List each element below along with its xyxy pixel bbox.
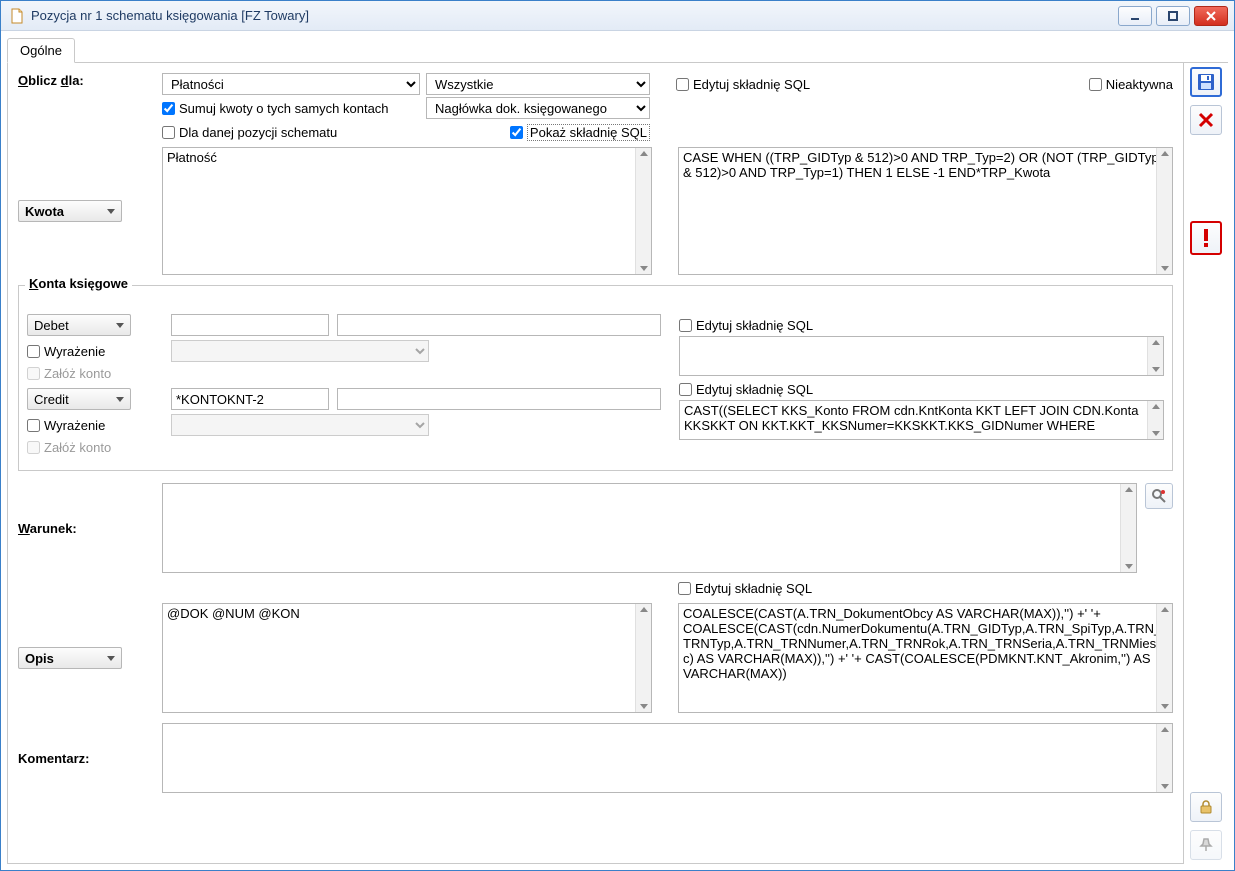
pin-button[interactable]	[1190, 830, 1222, 860]
ta-opis-left[interactable]: @DOK @NUM @KON	[162, 603, 652, 713]
tabstrip: Ogólne	[7, 37, 1228, 63]
label-edytuj-sql-credit: Edytuj składnię SQL	[696, 382, 813, 397]
chevron-down-icon	[107, 209, 115, 214]
label-zaloz-debet: Załóż konto	[44, 366, 111, 381]
chk-wyrazenie-debet[interactable]	[27, 345, 40, 358]
label-pokaz-sql: Pokaż składnię SQL	[527, 124, 650, 141]
tab-general[interactable]: Ogólne	[7, 38, 75, 63]
ta-warunek[interactable]	[162, 483, 1137, 573]
chk-edytuj-sql-opis[interactable]	[678, 582, 691, 595]
ta-debet-sql[interactable]	[679, 336, 1164, 376]
input-debet-a[interactable]	[171, 314, 329, 336]
close-button[interactable]	[1194, 6, 1228, 26]
label-sumuj: Sumuj kwoty o tych samych kontach	[179, 101, 389, 116]
chk-edytuj-sql-kwota[interactable]	[676, 78, 689, 91]
scrollbar[interactable]	[635, 148, 651, 274]
label-oblicz-dla: Oblicz dla:	[18, 73, 84, 88]
label-zaloz-credit: Załóż konto	[44, 440, 111, 455]
label-edytuj-sql-kwota: Edytuj składnię SQL	[693, 77, 810, 92]
chevron-down-icon	[116, 323, 124, 328]
btn-warunek-wizard[interactable]	[1145, 483, 1173, 509]
chk-edytuj-sql-debet[interactable]	[679, 319, 692, 332]
input-debet-b[interactable]	[337, 314, 661, 336]
scrollbar[interactable]	[1156, 724, 1172, 792]
document-icon	[9, 8, 25, 24]
lock-button[interactable]	[1190, 792, 1222, 822]
chk-pokaz-sql[interactable]	[510, 126, 523, 139]
label-wyrazenie-credit: Wyrażenie	[44, 418, 105, 433]
label-warunek: Warunek:	[18, 521, 77, 536]
ta-komentarz[interactable]	[162, 723, 1173, 793]
label-edytuj-sql-debet: Edytuj składnię SQL	[696, 318, 813, 333]
ta-opis-right[interactable]: COALESCE(CAST(A.TRN_DokumentObcy AS VARC…	[678, 603, 1173, 713]
select-credit-konto	[171, 414, 429, 436]
label-dla-danej: Dla danej pozycji schematu	[179, 125, 337, 140]
label-kwota: Kwota	[25, 204, 64, 219]
minimize-button[interactable]	[1118, 6, 1152, 26]
chk-zaloz-debet	[27, 367, 40, 380]
input-credit-b[interactable]	[337, 388, 661, 410]
chk-dla-danej[interactable]	[162, 126, 175, 139]
select-naglowka[interactable]: Nagłówka dok. księgowanego	[426, 97, 650, 119]
label-credit: Credit	[34, 392, 69, 407]
chevron-down-icon	[116, 397, 124, 402]
maximize-button[interactable]	[1156, 6, 1190, 26]
label-komentarz: Komentarz:	[18, 751, 90, 766]
chevron-down-icon	[107, 656, 115, 661]
btn-credit[interactable]: Credit	[27, 388, 131, 410]
save-button[interactable]	[1190, 67, 1222, 97]
scrollbar[interactable]	[1147, 401, 1163, 439]
btn-debet[interactable]: Debet	[27, 314, 131, 336]
label-konta: Konta księgowe	[25, 276, 132, 291]
label-opis: Opis	[25, 651, 54, 666]
select-platnosci[interactable]: Płatności	[162, 73, 420, 95]
ta-credit-sql[interactable]: CAST((SELECT KKS_Konto FROM cdn.KntKonta…	[679, 400, 1164, 440]
scrollbar[interactable]	[1120, 484, 1136, 572]
window-root: Pozycja nr 1 schematu księgowania [FZ To…	[0, 0, 1235, 871]
chk-wyrazenie-credit[interactable]	[27, 419, 40, 432]
input-credit-a[interactable]	[171, 388, 329, 410]
label-wyrazenie-debet: Wyrażenie	[44, 344, 105, 359]
label-edytuj-sql-opis: Edytuj składnię SQL	[695, 581, 812, 596]
scrollbar[interactable]	[1147, 337, 1163, 375]
alert-button[interactable]	[1190, 221, 1222, 255]
label-nieaktywna: Nieaktywna	[1106, 77, 1173, 92]
ta-kwota-left[interactable]: Płatność	[162, 147, 652, 275]
scrollbar[interactable]	[635, 604, 651, 712]
scrollbar[interactable]	[1156, 604, 1172, 712]
window-title: Pozycja nr 1 schematu księgowania [FZ To…	[31, 8, 1118, 23]
chk-nieaktywna[interactable]	[1089, 78, 1102, 91]
chk-zaloz-credit	[27, 441, 40, 454]
select-debet-konto	[171, 340, 429, 362]
chk-sumuj[interactable]	[162, 102, 175, 115]
chk-edytuj-sql-credit[interactable]	[679, 383, 692, 396]
group-konta: Konta księgowe Debet	[18, 285, 1173, 471]
btn-kwota[interactable]: Kwota	[18, 200, 122, 222]
cancel-button[interactable]	[1190, 105, 1222, 135]
select-wszystkie[interactable]: Wszystkie	[426, 73, 650, 95]
titlebar: Pozycja nr 1 schematu księgowania [FZ To…	[1, 1, 1234, 31]
ta-kwota-right[interactable]: CASE WHEN ((TRP_GIDTyp & 512)>0 AND TRP_…	[678, 147, 1173, 275]
main-panel: Oblicz dla: Płatności Wszystkie Sumuj kw…	[7, 63, 1184, 864]
scrollbar[interactable]	[1156, 148, 1172, 274]
btn-opis[interactable]: Opis	[18, 647, 122, 669]
sidebar	[1184, 63, 1228, 864]
label-debet: Debet	[34, 318, 69, 333]
